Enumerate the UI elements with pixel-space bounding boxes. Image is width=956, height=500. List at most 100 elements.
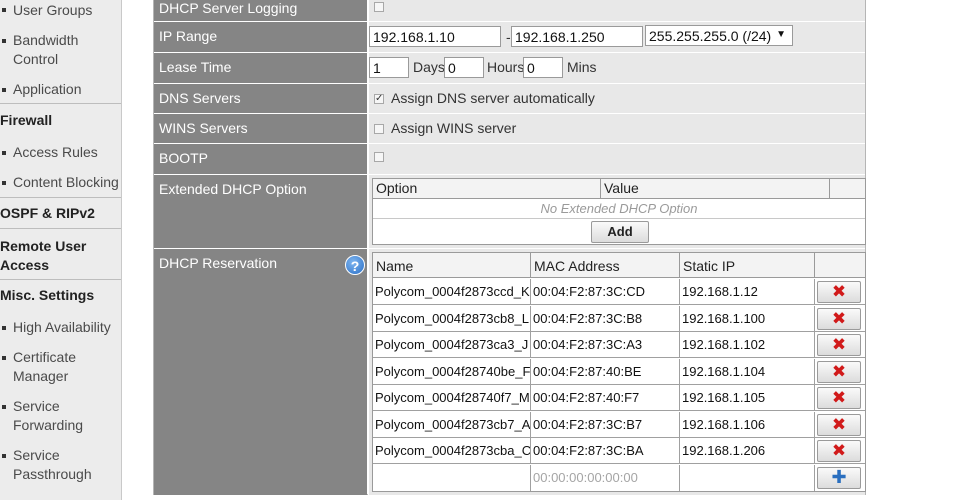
- new-reservation-ip-input[interactable]: [680, 464, 815, 491]
- logging-checkbox[interactable]: [374, 2, 384, 12]
- sidebar-item-content-blocking[interactable]: Content Blocking: [0, 172, 121, 194]
- bullet-icon: [2, 88, 6, 92]
- dns-auto-checkbox[interactable]: ✓: [374, 94, 384, 104]
- delete-reservation-button[interactable]: ✖: [817, 387, 861, 409]
- divider: [0, 228, 121, 229]
- label-ip-range: IP Range: [154, 22, 367, 53]
- delete-reservation-button[interactable]: ✖: [817, 281, 861, 303]
- reservation-cell-mac: 00:04:F2:87:3C:BA: [531, 438, 680, 464]
- reservation-cell-ip: 192.168.1.100: [680, 305, 815, 332]
- reservation-cell-mac: 00:04:F2:87:40:BE: [531, 358, 680, 385]
- new-reservation-mac-input[interactable]: 00:00:00:00:00:00: [531, 464, 680, 491]
- row-ip-range: IP Range 192.168.1.10 - 192.168.1.250 25…: [154, 22, 865, 53]
- column-header-option: Option: [373, 179, 601, 199]
- sidebar-item-high-availability[interactable]: High Availability: [0, 317, 121, 339]
- dropdown-arrow-icon: ▼: [776, 29, 786, 40]
- bullet-icon: [2, 326, 6, 330]
- value-wins-servers: Assign WINS server: [368, 114, 865, 144]
- delete-icon: ✖: [831, 308, 847, 328]
- lease-mins-input[interactable]: 0: [523, 57, 563, 78]
- delete-icon: ✖: [831, 335, 847, 354]
- extended-option-table: Option Value No Extended DHCP Option Add: [372, 178, 866, 245]
- divider: [0, 197, 121, 198]
- reservation-cell-mac: 00:04:F2:87:3C:B8: [531, 305, 680, 332]
- sidebar-item-service-passthrough[interactable]: Service Passthrough: [0, 445, 121, 485]
- bootp-checkbox[interactable]: [374, 152, 384, 162]
- add-option-button[interactable]: Add: [591, 221, 649, 243]
- reservation-cell-actions: ✖: [815, 412, 865, 438]
- value-extended-dhcp-option: Option Value No Extended DHCP Option Add: [368, 175, 866, 249]
- subnet-mask-value: 255.255.255.0 (/24): [649, 28, 772, 44]
- reservation-cell-actions: ✖: [815, 385, 865, 411]
- value-dns-servers: ✓ Assign DNS server automatically: [368, 84, 865, 114]
- delete-icon: ✖: [831, 388, 847, 407]
- sidebar-section-firewall[interactable]: Firewall: [0, 112, 121, 128]
- lease-hours-input[interactable]: 0: [444, 57, 484, 78]
- sidebar-section-misc-settings[interactable]: Misc. Settings: [0, 287, 121, 303]
- dhcp-server-settings-panel: DHCP Server Logging IP Range 192.168.1.1…: [153, 0, 866, 495]
- bullet-icon: [2, 8, 6, 12]
- wins-label: Assign WINS server: [391, 120, 517, 136]
- dns-auto-label: Assign DNS server automatically: [391, 90, 595, 106]
- reservation-cell-actions: ✖: [815, 279, 865, 305]
- lease-hours-label: Hours: [487, 59, 525, 75]
- reservation-cell-ip: 192.168.1.104: [680, 358, 815, 385]
- sidebar-item-certificate-manager[interactable]: Certificate Manager: [0, 347, 121, 387]
- reservation-cell-mac: 00:04:F2:87:3C:B7: [531, 411, 680, 438]
- label-wins-servers: WINS Servers: [154, 114, 367, 144]
- delete-icon: ✖: [831, 441, 847, 460]
- reservation-cell-name: Polycom_0004f2873ca3_J: [373, 332, 531, 358]
- reservation-cell-name: Polycom_0004f2873ccd_K: [373, 279, 531, 305]
- sidebar-section-remote-user-access[interactable]: Remote User Access: [0, 237, 100, 275]
- delete-reservation-button[interactable]: ✖: [817, 334, 861, 356]
- reservation-cell-actions: ✚: [815, 465, 865, 491]
- label-dns-servers: DNS Servers: [154, 84, 367, 114]
- value-ip-range: 192.168.1.10 - 192.168.1.250 255.255.255…: [368, 22, 865, 53]
- reservation-cell-name: Polycom_0004f28740f7_M: [373, 385, 531, 411]
- sidebar-item-service-forwarding[interactable]: Service Forwarding: [0, 396, 121, 436]
- reservation-cell-actions: ✖: [815, 306, 865, 332]
- label-lease-time: Lease Time: [154, 53, 367, 84]
- reservation-cell-actions: ✖: [815, 332, 865, 358]
- sidebar-section-ospf-ripv2[interactable]: OSPF & RIPv2: [0, 205, 121, 221]
- row-wins-servers: WINS Servers Assign WINS server: [154, 114, 865, 144]
- add-icon: ✚: [831, 466, 847, 487]
- delete-icon: ✖: [831, 361, 847, 381]
- bullet-icon: [2, 454, 6, 458]
- ip-range-end-input[interactable]: 192.168.1.250: [511, 26, 643, 47]
- delete-reservation-button[interactable]: ✖: [817, 360, 861, 383]
- reservation-cell-mac: 00:04:F2:87:40:F7: [531, 385, 680, 411]
- lease-days-input[interactable]: 1: [369, 57, 409, 78]
- reservation-cell-actions: ✖: [815, 438, 865, 464]
- ip-range-start-input[interactable]: 192.168.1.10: [369, 26, 501, 47]
- row-dns-servers: DNS Servers ✓ Assign DNS server automati…: [154, 84, 865, 114]
- delete-reservation-button[interactable]: ✖: [817, 413, 861, 436]
- reservation-cell-name: Polycom_0004f2873cb8_L: [373, 305, 531, 332]
- sidebar-item-bandwidth-control[interactable]: Bandwidth Control: [0, 30, 121, 70]
- row-lease-time: Lease Time 1 Days 0 Hours 0 Mins: [154, 53, 865, 84]
- sidebar-item-access-rules[interactable]: Access Rules: [0, 142, 121, 164]
- reservation-cell-ip: 192.168.1.206: [680, 438, 815, 464]
- column-header-name: Name: [373, 253, 531, 278]
- reservation-cell-name: Polycom_0004f2873cba_C: [373, 438, 531, 464]
- subnet-mask-select[interactable]: 255.255.255.0 (/24) ▼: [645, 25, 793, 46]
- row-dhcp-reservation: DHCP Reservation ? Name MAC Address Stat…: [154, 249, 866, 495]
- delete-reservation-button[interactable]: ✖: [817, 440, 861, 462]
- help-icon[interactable]: ?: [345, 255, 365, 275]
- wins-checkbox[interactable]: [374, 124, 384, 134]
- sidebar-item-application[interactable]: Application: [0, 79, 121, 101]
- delete-reservation-button[interactable]: ✖: [817, 307, 861, 330]
- row-bootp: BOOTP: [154, 144, 865, 175]
- sidebar-item-user-groups[interactable]: User Groups: [0, 0, 121, 22]
- sidebar-nav: User Groups Bandwidth Control Applicatio…: [0, 0, 122, 500]
- delete-icon: ✖: [831, 414, 847, 434]
- label-dhcp-server-logging: DHCP Server Logging: [154, 0, 367, 22]
- bullet-icon: [2, 405, 6, 409]
- new-reservation-name-input[interactable]: [373, 464, 531, 491]
- bullet-icon: [2, 151, 6, 155]
- reservation-cell-ip: 192.168.1.105: [680, 385, 815, 411]
- reservation-table: Name MAC Address Static IP Polycom_0004f…: [372, 252, 866, 492]
- reservation-cell-mac: 00:04:F2:87:3C:CD: [531, 279, 680, 305]
- add-reservation-button[interactable]: ✚: [817, 466, 861, 489]
- column-header-static-ip: Static IP: [680, 253, 815, 278]
